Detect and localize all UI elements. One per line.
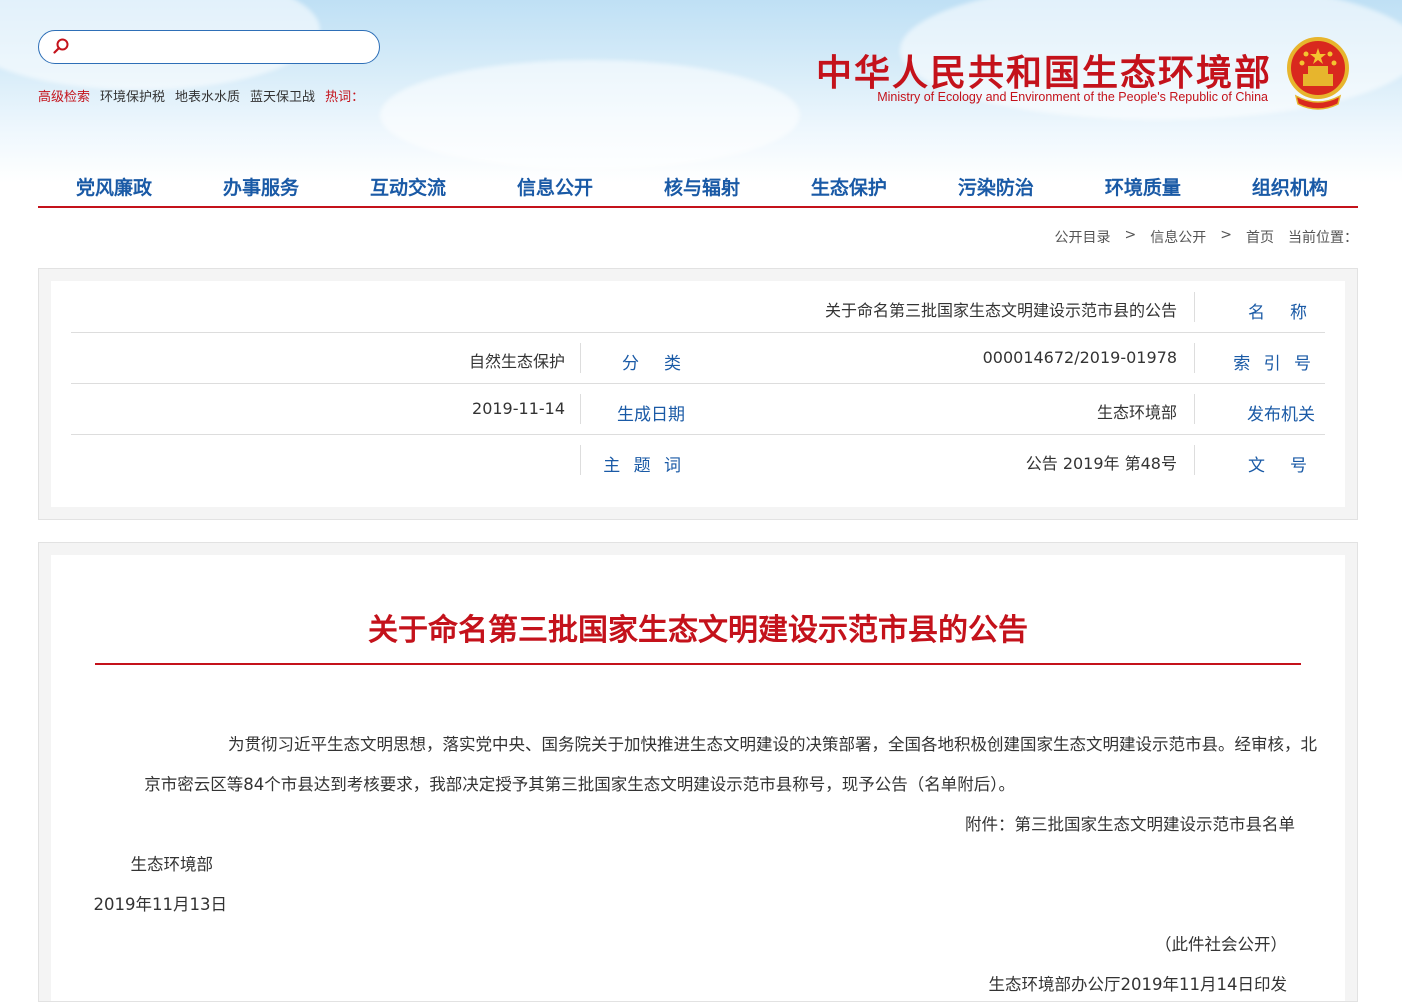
metadata-row-issuer: 发布机关 生态环境部 生成日期 2019-11-14 (71, 383, 1325, 435)
hot-word-link[interactable]: 地表水水质 (175, 86, 240, 105)
document-panel: 关于命名第三批国家生态文明建设示范市县的公告 为贯彻习近平生态文明思想，落实党中… (38, 542, 1358, 1002)
doc-number-label: 文 号 (1248, 456, 1311, 476)
public-note: （此件社会公开） (1155, 935, 1287, 954)
document-paragraph: 为贯彻习近平生态文明思想，落实党中央、国务院关于加快推进生态文明建设的决策部署，… (228, 735, 1317, 754)
nav-item-pollution-control[interactable]: 污染防治 (958, 168, 1034, 206)
issuer-label: 发布机关 (1247, 405, 1315, 425)
breadcrumb-info-link[interactable]: 信息公开 (1150, 227, 1206, 247)
nav-item-party-integrity[interactable]: 党风廉政 (76, 168, 152, 206)
name-label: 名 称 (1248, 303, 1311, 323)
divider (1194, 445, 1195, 475)
nav-item-nuclear-radiation[interactable]: 核与辐射 (664, 168, 740, 206)
metadata-row-index: 索 引 号 000014672/2019-01978 分 类 自然生态保护 (71, 332, 1325, 384)
breadcrumb-separator: > (1124, 227, 1137, 243)
site-title-english: Ministry of Ecology and Environment of t… (877, 90, 1268, 104)
nav-item-environment-quality[interactable]: 环境质量 (1105, 168, 1181, 206)
search-input[interactable] (38, 30, 380, 64)
sign-date: 2019年11月13日 (93, 895, 227, 914)
breadcrumb-catalog-link[interactable]: 公开目录 (1055, 227, 1111, 247)
hot-word-link[interactable]: 环境保护税 (100, 86, 165, 105)
divider (580, 394, 581, 424)
document-body: 关于命名第三批国家生态文明建设示范市县的公告 为贯彻习近平生态文明思想，落实党中… (51, 555, 1345, 1001)
main-nav: 组织机构 环境质量 污染防治 生态保护 核与辐射 信息公开 互动交流 办事服务 … (38, 168, 1358, 208)
nav-item-interaction[interactable]: 互动交流 (370, 168, 446, 206)
divider (1194, 292, 1195, 322)
name-value: 关于命名第三批国家生态文明建设示范市县的公告 (824, 301, 1177, 320)
title-divider (95, 663, 1301, 665)
nav-item-organization[interactable]: 组织机构 (1252, 168, 1328, 206)
date-value: 2019-11-14 (472, 399, 565, 418)
nav-item-info-disclosure[interactable]: 信息公开 (517, 168, 593, 206)
hot-words-bar: 热词： 蓝天保卫战 地表水水质 环境保护税 高级检索 (38, 86, 418, 105)
metadata-table: 名 称 关于命名第三批国家生态文明建设示范市县的公告 索 引 号 0000146… (51, 281, 1345, 507)
issuer-value: 生态环境部 (1096, 403, 1177, 422)
breadcrumb: 当前位置： 首页 > 信息公开 > 公开目录 (1055, 227, 1358, 247)
nav-item-ecological-protection[interactable]: 生态保护 (811, 168, 887, 206)
hot-word-link[interactable]: 蓝天保卫战 (250, 86, 315, 105)
site-title: 中华人民共和国生态环境部 (815, 52, 1272, 94)
category-label: 分 类 (622, 354, 685, 374)
metadata-panel: 名 称 关于命名第三批国家生态文明建设示范市县的公告 索 引 号 0000146… (38, 268, 1358, 520)
cloud-decoration (380, 60, 800, 170)
breadcrumb-label: 当前位置： (1288, 230, 1358, 246)
document-title: 关于命名第三批国家生态文明建设示范市县的公告 (368, 613, 1028, 648)
search-icon[interactable] (53, 38, 69, 54)
metadata-row-docno: 文 号 公告 2019年 第48号 主 题 词 (71, 434, 1325, 485)
keywords-label: 主 题 词 (603, 456, 685, 476)
attachment-line[interactable]: 附件：第三批国家生态文明建设示范市县名单 (965, 811, 1295, 835)
document-paragraph: 京市密云区等84个市县达到考核要求，我部决定授予其第三批国家生态文明建设示范市县… (144, 775, 1015, 794)
hot-words-label: 热词： (325, 90, 365, 105)
nav-item-services[interactable]: 办事服务 (223, 168, 299, 206)
index-value: 000014672/2019-01978 (982, 348, 1177, 367)
breadcrumb-separator: > (1220, 227, 1232, 243)
breadcrumb-home-link[interactable]: 首页 (1246, 227, 1274, 247)
advanced-search-link[interactable]: 高级检索 (38, 86, 90, 105)
signer: 生态环境部 (130, 855, 214, 874)
index-label: 索 引 号 (1233, 354, 1315, 374)
metadata-row-name: 名 称 关于命名第三批国家生态文明建设示范市县的公告 (71, 281, 1325, 333)
divider (1194, 343, 1195, 373)
date-label: 生成日期 (617, 405, 685, 425)
divider (580, 445, 581, 475)
divider (580, 343, 581, 373)
divider (1194, 394, 1195, 424)
issue-note: 生态环境部办公厅2019年11月14日印发 (988, 975, 1287, 994)
doc-number-value: 公告 2019年 第48号 (1025, 454, 1177, 473)
national-emblem-logo[interactable] (1286, 36, 1350, 114)
category-value: 自然生态保护 (468, 352, 565, 371)
